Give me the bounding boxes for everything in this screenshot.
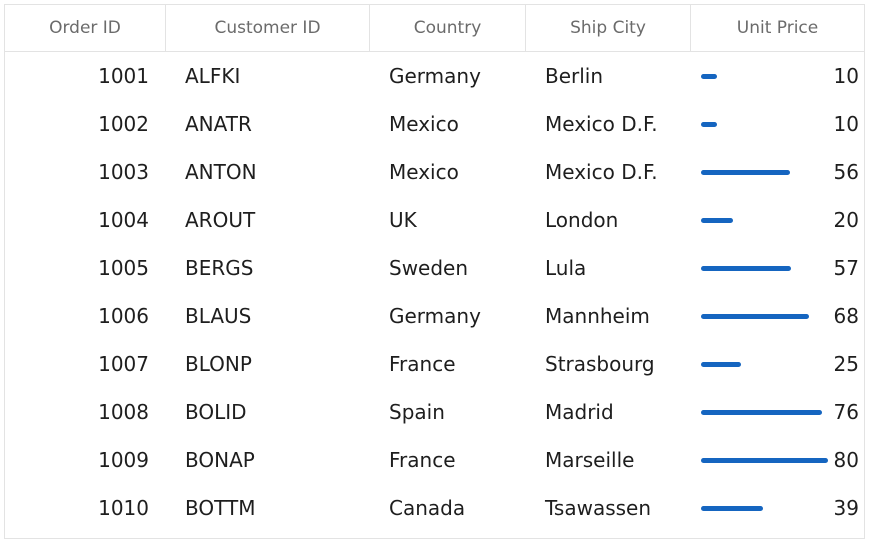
cell-order-id[interactable]: 1006 (5, 304, 166, 328)
unit-price-bar (701, 170, 790, 175)
cell-country[interactable]: Sweden (370, 256, 526, 280)
table-row[interactable]: 1003 ANTON Mexico Mexico D.F. 56 (5, 148, 864, 196)
table-row[interactable]: 1002 ANATR Mexico Mexico D.F. 10 (5, 100, 864, 148)
cell-order-id[interactable]: 1009 (5, 448, 166, 472)
cell-order-id[interactable]: 1004 (5, 208, 166, 232)
cell-ship-city[interactable]: Berlin (526, 64, 691, 88)
cell-country[interactable]: Canada (370, 496, 526, 520)
cell-customer-id[interactable]: ANATR (166, 112, 370, 136)
unit-price-value: 57 (833, 256, 859, 280)
cell-country[interactable]: Spain (370, 400, 526, 424)
table-row[interactable]: 1010 BOTTM Canada Tsawassen 39 (5, 484, 864, 532)
unit-price-bar (701, 122, 717, 127)
column-header-ship-city[interactable]: Ship City (526, 5, 691, 51)
column-header-country[interactable]: Country (370, 5, 526, 51)
cell-ship-city[interactable]: Mannheim (526, 304, 691, 328)
cell-customer-id[interactable]: BOTTM (166, 496, 370, 520)
unit-price-bar (701, 218, 733, 223)
unit-price-value: 25 (833, 352, 859, 376)
unit-price-value: 20 (833, 208, 859, 232)
table-row[interactable]: 1006 BLAUS Germany Mannheim 68 (5, 292, 864, 340)
cell-country[interactable]: Mexico (370, 112, 526, 136)
cell-ship-city[interactable]: Tsawassen (526, 496, 691, 520)
cell-unit-price[interactable]: 25 (691, 340, 864, 388)
cell-customer-id[interactable]: BOLID (166, 400, 370, 424)
cell-customer-id[interactable]: ALFKI (166, 64, 370, 88)
cell-order-id[interactable]: 1001 (5, 64, 166, 88)
cell-customer-id[interactable]: AROUT (166, 208, 370, 232)
cell-country[interactable]: UK (370, 208, 526, 232)
cell-customer-id[interactable]: BERGS (166, 256, 370, 280)
cell-order-id[interactable]: 1008 (5, 400, 166, 424)
column-header-unit-price[interactable]: Unit Price (691, 5, 864, 51)
grid-body: 1001 ALFKI Germany Berlin 10 1002 ANATR Mexico M… (5, 52, 864, 532)
unit-price-bar (701, 74, 717, 79)
cell-country[interactable]: France (370, 448, 526, 472)
unit-price-bar (701, 458, 828, 463)
cell-unit-price[interactable]: 10 (691, 52, 864, 100)
unit-price-value: 76 (833, 400, 859, 424)
cell-customer-id[interactable]: BLONP (166, 352, 370, 376)
cell-ship-city[interactable]: Madrid (526, 400, 691, 424)
unit-price-bar (701, 410, 822, 415)
cell-ship-city[interactable]: Strasbourg (526, 352, 691, 376)
data-grid[interactable]: Order ID Customer ID Country Ship City U… (4, 4, 865, 539)
unit-price-value: 80 (833, 448, 859, 472)
cell-unit-price[interactable]: 80 (691, 436, 864, 484)
table-row[interactable]: 1005 BERGS Sweden Lula 57 (5, 244, 864, 292)
cell-customer-id[interactable]: ANTON (166, 160, 370, 184)
unit-price-bar (701, 362, 741, 367)
cell-order-id[interactable]: 1003 (5, 160, 166, 184)
cell-unit-price[interactable]: 10 (691, 100, 864, 148)
unit-price-value: 39 (833, 496, 859, 520)
cell-customer-id[interactable]: BLAUS (166, 304, 370, 328)
table-row[interactable]: 1001 ALFKI Germany Berlin 10 (5, 52, 864, 100)
cell-ship-city[interactable]: Marseille (526, 448, 691, 472)
unit-price-value: 68 (833, 304, 859, 328)
cell-country[interactable]: Germany (370, 64, 526, 88)
table-row[interactable]: 1009 BONAP France Marseille 80 (5, 436, 864, 484)
unit-price-bar (701, 314, 809, 319)
table-row[interactable]: 1004 AROUT UK London 20 (5, 196, 864, 244)
grid-header: Order ID Customer ID Country Ship City U… (5, 5, 864, 52)
cell-unit-price[interactable]: 57 (691, 244, 864, 292)
cell-country[interactable]: Germany (370, 304, 526, 328)
cell-order-id[interactable]: 1007 (5, 352, 166, 376)
cell-order-id[interactable]: 1002 (5, 112, 166, 136)
cell-unit-price[interactable]: 76 (691, 388, 864, 436)
cell-order-id[interactable]: 1010 (5, 496, 166, 520)
table-row[interactable]: 1007 BLONP France Strasbourg 25 (5, 340, 864, 388)
cell-ship-city[interactable]: Mexico D.F. (526, 160, 691, 184)
unit-price-value: 10 (833, 64, 859, 88)
column-header-order-id[interactable]: Order ID (5, 5, 166, 51)
cell-ship-city[interactable]: Lula (526, 256, 691, 280)
cell-unit-price[interactable]: 56 (691, 148, 864, 196)
cell-customer-id[interactable]: BONAP (166, 448, 370, 472)
cell-ship-city[interactable]: Mexico D.F. (526, 112, 691, 136)
unit-price-value: 56 (833, 160, 859, 184)
unit-price-bar (701, 266, 791, 271)
table-row[interactable]: 1008 BOLID Spain Madrid 76 (5, 388, 864, 436)
unit-price-bar (701, 506, 763, 511)
cell-unit-price[interactable]: 39 (691, 484, 864, 532)
cell-country[interactable]: France (370, 352, 526, 376)
cell-ship-city[interactable]: London (526, 208, 691, 232)
cell-unit-price[interactable]: 68 (691, 292, 864, 340)
cell-order-id[interactable]: 1005 (5, 256, 166, 280)
unit-price-value: 10 (833, 112, 859, 136)
column-header-customer-id[interactable]: Customer ID (166, 5, 370, 51)
cell-country[interactable]: Mexico (370, 160, 526, 184)
cell-unit-price[interactable]: 20 (691, 196, 864, 244)
